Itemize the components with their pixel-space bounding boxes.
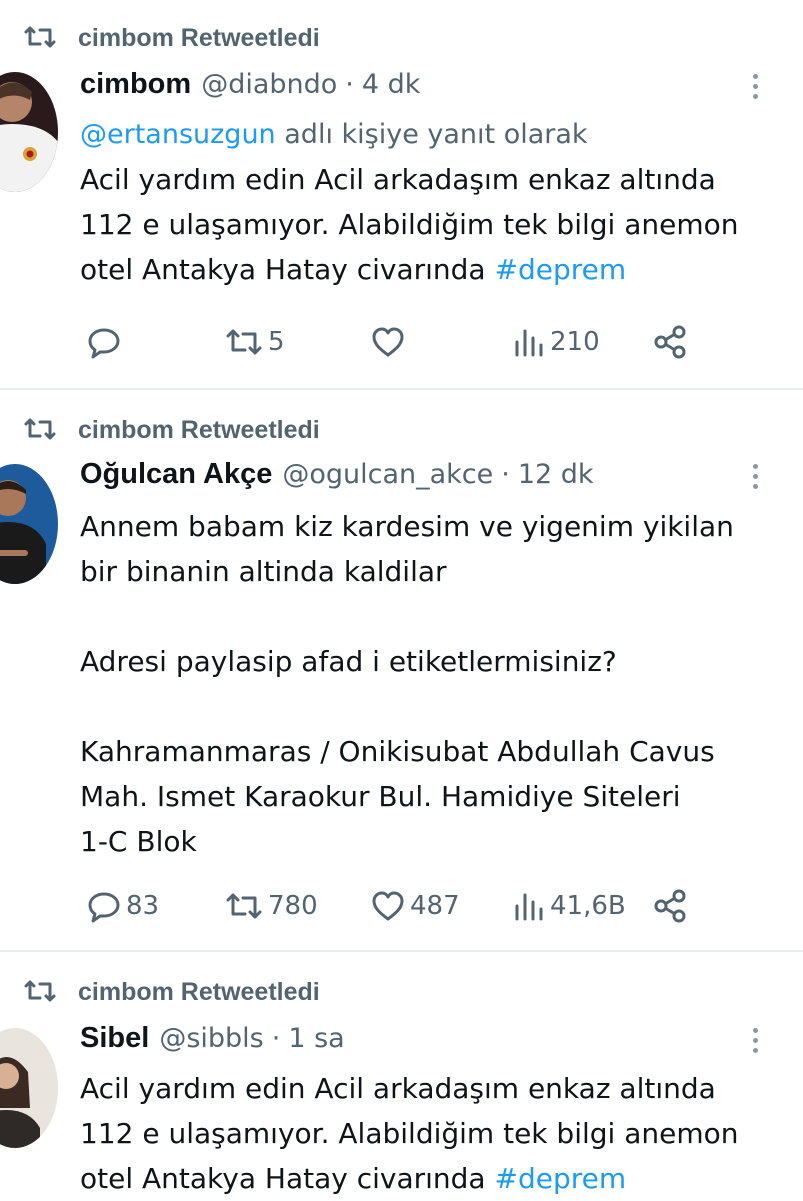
retweet-icon bbox=[24, 980, 56, 1002]
retweet-icon bbox=[226, 893, 262, 919]
retweet-context: cimbom Retweetledi bbox=[22, 972, 320, 1012]
tweet-line-text: otel Antakya Hatay civarında bbox=[80, 253, 486, 286]
reply-icon bbox=[88, 328, 120, 359]
reply-icon bbox=[88, 892, 120, 923]
tweet-3[interactable]: cimbom Retweetledi Sibel @sibbls · 1 sa … bbox=[0, 952, 803, 1200]
more-icon[interactable] bbox=[751, 464, 759, 494]
reply-context: @ertansuzgun adlı kişiye yanıt olarak bbox=[80, 112, 780, 157]
separator-dot: · bbox=[501, 459, 510, 490]
retweet-button[interactable]: 780 bbox=[224, 884, 318, 928]
heart-icon bbox=[372, 891, 404, 921]
views-count: 210 bbox=[550, 327, 600, 357]
heart-icon bbox=[372, 327, 404, 357]
retweet-context: cimbom Retweetledi bbox=[22, 18, 320, 58]
like-count: 487 bbox=[410, 891, 460, 921]
views-icon bbox=[515, 893, 543, 921]
author-handle[interactable]: @sibbls bbox=[159, 1023, 263, 1054]
tweet-2[interactable]: cimbom Retweetledi Oğulcan Akçe @ogulcan… bbox=[0, 390, 803, 950]
author-handle[interactable]: @ogulcan_akce bbox=[282, 459, 493, 490]
retweet-count: 780 bbox=[268, 891, 318, 921]
retweet-context: cimbom Retweetledi bbox=[22, 410, 320, 450]
retweet-icon bbox=[226, 329, 262, 355]
tweet-line: otel Antakya Hatay civarında #deprem bbox=[80, 1156, 780, 1201]
author-name[interactable]: Sibel bbox=[80, 1022, 149, 1055]
tweet-line: 1-C Blok bbox=[80, 825, 197, 858]
retweeted-by-label[interactable]: cimbom Retweetledi bbox=[78, 416, 320, 445]
tweet-body: @ertansuzgun adlı kişiye yanıt olarak Ac… bbox=[80, 112, 780, 292]
views-button[interactable]: 210 bbox=[512, 320, 600, 364]
tweet-line bbox=[80, 684, 780, 729]
share-icon bbox=[654, 889, 686, 923]
retweet-icon bbox=[24, 26, 56, 48]
share-button[interactable] bbox=[652, 320, 688, 364]
views-button[interactable]: 41,6B bbox=[512, 884, 626, 928]
retweet-button[interactable]: 5 bbox=[224, 320, 285, 364]
timestamp[interactable]: 1 sa bbox=[288, 1023, 344, 1054]
tweet-body: Annem babam kiz kardesim ve yigenim yiki… bbox=[80, 504, 780, 864]
tweet-header: Oğulcan Akçe @ogulcan_akce · 12 dk bbox=[80, 458, 594, 502]
author-name[interactable]: Oğulcan Akçe bbox=[80, 458, 272, 491]
reply-button[interactable] bbox=[86, 320, 126, 364]
like-button[interactable] bbox=[370, 320, 410, 364]
tweet-line: 112 e ulaşamıyor. Alabildiğim tek bilgi … bbox=[80, 1117, 739, 1150]
tweet-line: Acil yardım edin Acil arkadaşım enkaz al… bbox=[80, 163, 716, 196]
tweet-body: Acil yardım edin Acil arkadaşım enkaz al… bbox=[80, 1066, 780, 1201]
tweet-line: Adresi paylasip afad i etiketlermisiniz? bbox=[80, 645, 617, 678]
more-icon[interactable] bbox=[751, 1028, 759, 1058]
views-count: 41,6B bbox=[550, 891, 626, 921]
hashtag-link[interactable]: #deprem bbox=[495, 253, 627, 286]
views-icon bbox=[515, 329, 543, 357]
tweet-header: Sibel @sibbls · 1 sa bbox=[80, 1022, 345, 1066]
tweet-line: bir binanin altinda kaldilar bbox=[80, 555, 447, 588]
reply-count: 83 bbox=[126, 891, 160, 921]
tweet-actions: 83 780 487 41,6B bbox=[80, 884, 720, 928]
tweet-actions: 5 210 bbox=[80, 320, 720, 364]
avatar[interactable] bbox=[0, 72, 58, 192]
reply-context-label: adlı kişiye yanıt olarak bbox=[284, 119, 588, 150]
tweet-line: otel Antakya Hatay civarında #deprem bbox=[80, 247, 780, 292]
retweet-count: 5 bbox=[268, 327, 285, 357]
tweet-line: Annem babam kiz kardesim ve yigenim yiki… bbox=[80, 510, 734, 543]
share-button[interactable] bbox=[652, 884, 688, 928]
like-button[interactable]: 487 bbox=[370, 884, 460, 928]
mention-link[interactable]: @ertansuzgun bbox=[80, 119, 276, 150]
more-icon[interactable] bbox=[751, 74, 759, 104]
author-name[interactable]: cimbom bbox=[80, 68, 191, 101]
hashtag-link[interactable]: #deprem bbox=[495, 1162, 627, 1195]
share-icon bbox=[654, 325, 686, 359]
timestamp[interactable]: 12 dk bbox=[518, 459, 594, 490]
tweet-line: Mah. Ismet Karaokur Bul. Hamidiye Sitele… bbox=[80, 780, 681, 813]
tweet-1[interactable]: cimbom Retweetledi cimbom @diabndo · 4 d… bbox=[0, 0, 803, 388]
tweet-line: Acil yardım edin Acil arkadaşım enkaz al… bbox=[80, 1072, 716, 1105]
retweeted-by-label[interactable]: cimbom Retweetledi bbox=[78, 978, 320, 1007]
avatar[interactable] bbox=[0, 464, 58, 584]
separator-dot: · bbox=[345, 69, 354, 100]
tweet-line: Kahramanmaras / Onikisubat Abdullah Cavu… bbox=[80, 735, 715, 768]
tweet-line bbox=[80, 594, 780, 639]
avatar[interactable] bbox=[0, 1028, 58, 1148]
tweet-header: cimbom @diabndo · 4 dk bbox=[80, 68, 420, 112]
retweet-icon bbox=[24, 418, 56, 440]
timestamp[interactable]: 4 dk bbox=[362, 69, 421, 100]
tweet-line-text: otel Antakya Hatay civarında bbox=[80, 1162, 486, 1195]
tweet-line: 112 e ulaşamıyor. Alabildiğim tek bilgi … bbox=[80, 208, 739, 241]
retweeted-by-label[interactable]: cimbom Retweetledi bbox=[78, 24, 320, 53]
author-handle[interactable]: @diabndo bbox=[201, 69, 337, 100]
separator-dot: · bbox=[271, 1023, 281, 1054]
reply-button[interactable]: 83 bbox=[86, 884, 159, 928]
